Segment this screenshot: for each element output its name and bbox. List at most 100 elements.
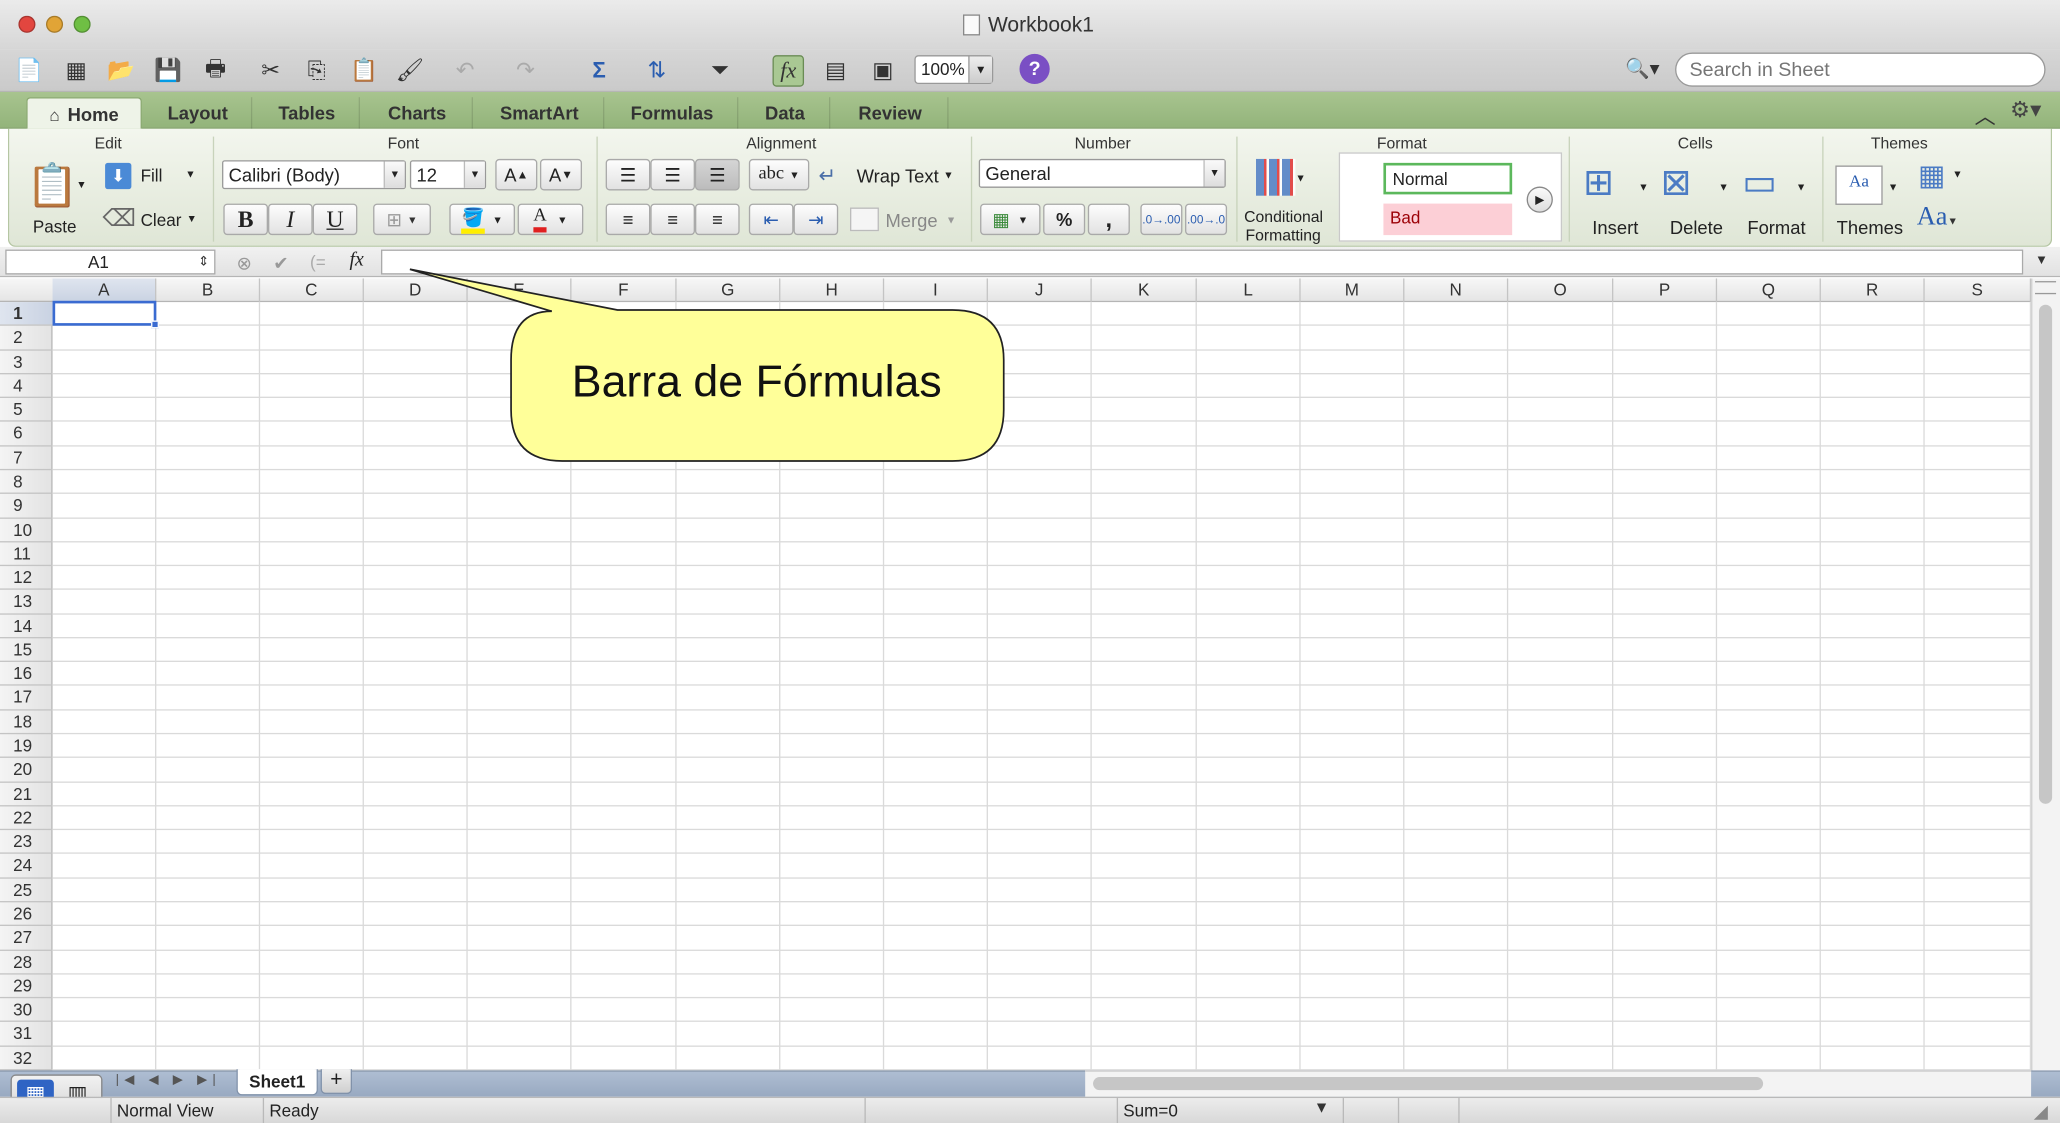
row-header[interactable]: 14 (0, 614, 53, 639)
tab-data[interactable]: Data (741, 97, 831, 129)
chevron-down-icon[interactable]: ▼ (1718, 181, 1728, 193)
format-cells-icon[interactable]: ▭ (1742, 160, 1777, 203)
underline-button[interactable]: U (312, 203, 358, 236)
column-header-a[interactable]: A (52, 278, 157, 303)
row-header[interactable]: 18 (0, 710, 53, 735)
column-header-p[interactable]: P (1613, 278, 1718, 303)
expand-formula-bar-icon[interactable]: ▼ (2035, 253, 2048, 267)
row-header[interactable]: 10 (0, 518, 53, 543)
collapse-ribbon-icon[interactable]: ︿ (1975, 99, 1996, 131)
gear-icon[interactable]: ⚙▾ (2010, 97, 2041, 123)
column-header-q[interactable]: Q (1717, 278, 1821, 303)
horizontal-scroll-thumb[interactable] (1093, 1077, 1764, 1091)
fill-down-icon[interactable]: ⬇ (105, 162, 132, 190)
theme-fonts-button[interactable]: Aa▼ (1917, 202, 1958, 232)
tab-review[interactable]: Review (833, 97, 949, 129)
tab-layout[interactable]: Layout (145, 97, 253, 129)
row-header[interactable]: 5 (0, 398, 53, 423)
tab-charts[interactable]: Charts (363, 97, 473, 129)
row-header[interactable]: 1 (0, 302, 53, 327)
name-box[interactable]: A1 ⇕ (5, 249, 216, 275)
conditional-formatting-icon[interactable]: ▼ (1255, 158, 1306, 201)
column-header-i[interactable]: I (884, 278, 988, 303)
add-sheet-button[interactable]: + (320, 1069, 353, 1095)
copy-icon[interactable]: ⎘ (301, 55, 333, 87)
row-header[interactable]: 28 (0, 950, 53, 975)
zoom-select[interactable]: 100% ▼ (914, 55, 994, 85)
align-bottom-button[interactable]: ☰ (694, 158, 740, 191)
column-header-j[interactable]: J (988, 278, 1092, 303)
themes-preview-icon[interactable]: Aa (1835, 165, 1883, 205)
row-header[interactable]: 24 (0, 854, 53, 879)
paste-icon[interactable]: 📋 (348, 55, 380, 87)
row-header[interactable]: 23 (0, 830, 53, 855)
new-workbook-icon[interactable]: 📄 (13, 55, 45, 87)
format-painter-icon[interactable]: 🖌 (394, 55, 426, 87)
borders-button[interactable]: ⊞ ▼ (373, 203, 431, 236)
row-header[interactable]: 30 (0, 998, 53, 1023)
save-icon[interactable]: 💾 (152, 55, 184, 87)
italic-button[interactable]: I (268, 203, 313, 236)
align-top-button[interactable]: ☰ (605, 158, 651, 191)
grow-font-button[interactable]: A ▲ (495, 158, 538, 191)
column-header-r[interactable]: R (1821, 278, 1925, 303)
font-color-button[interactable]: A ▼ (517, 203, 584, 236)
row-header[interactable]: 26 (0, 902, 53, 927)
row-header[interactable]: 3 (0, 350, 53, 375)
align-center-button[interactable]: ≡ (650, 203, 695, 236)
row-header[interactable]: 13 (0, 590, 53, 615)
search-icon[interactable]: 🔍▾ (1625, 55, 1672, 84)
column-header-c[interactable]: C (260, 278, 364, 303)
print-icon[interactable]: 🖶 (200, 55, 232, 87)
chevron-down-icon[interactable]: ▼ (1638, 181, 1648, 193)
delete-button[interactable]: Delete (1670, 217, 1723, 238)
minimize-window-button[interactable] (45, 15, 64, 33)
wrap-text-button[interactable]: Wrap Text (857, 165, 939, 186)
cut-icon[interactable]: ✂ (255, 55, 287, 87)
style-normal[interactable]: Normal (1383, 162, 1513, 195)
row-header[interactable]: 20 (0, 758, 53, 783)
open-icon[interactable]: 📂 (105, 55, 137, 87)
redo-icon[interactable]: ↷ (510, 55, 542, 87)
row-header[interactable]: 19 (0, 734, 53, 759)
template-gallery-icon[interactable]: ▦ (60, 55, 92, 87)
cell-grid[interactable] (52, 302, 2032, 1071)
column-header-h[interactable]: H (780, 278, 885, 303)
autosum-icon[interactable]: Σ (583, 55, 615, 87)
align-left-button[interactable]: ≡ (605, 203, 651, 236)
row-header[interactable]: 7 (0, 446, 53, 471)
chevron-down-icon[interactable]: ▼ (1314, 1098, 1330, 1116)
fill-color-button[interactable]: 🪣 ▼ (449, 203, 516, 236)
formula-builder-icon[interactable]: fx (772, 55, 805, 87)
row-header[interactable]: 6 (0, 422, 53, 447)
cancel-entry-icon[interactable]: ⊗ (236, 252, 251, 274)
decrease-indent-button[interactable]: ⇤ (748, 203, 794, 236)
theme-colors-icon[interactable]: ▦ (1918, 159, 1945, 193)
tab-tables[interactable]: Tables (255, 97, 360, 129)
vertical-scrollbar[interactable] (2031, 278, 2060, 1071)
chevron-down-icon[interactable]: ▼ (1952, 168, 1962, 180)
confirm-entry-icon[interactable]: ✔ (273, 252, 288, 274)
paste-label[interactable]: Paste (33, 217, 77, 237)
row-header[interactable]: 4 (0, 374, 53, 399)
name-box-stepper-icon[interactable]: ⇕ (193, 251, 214, 273)
sheet-tab[interactable]: Sheet1 (236, 1069, 318, 1096)
column-header-k[interactable]: K (1092, 278, 1197, 303)
merge-button[interactable]: Merge (885, 210, 937, 231)
row-header[interactable]: 9 (0, 494, 53, 519)
conditional-formatting-label-2[interactable]: Formatting (1245, 226, 1320, 244)
row-header[interactable]: 22 (0, 806, 53, 831)
tab-smartart[interactable]: SmartArt (476, 97, 605, 129)
help-button[interactable]: ? (1019, 53, 1050, 85)
bold-button[interactable]: B (223, 203, 269, 236)
row-header[interactable]: 17 (0, 686, 53, 711)
fill-handle[interactable] (151, 320, 159, 329)
paste-clipboard-icon[interactable]: 📋 (26, 160, 78, 210)
chevron-down-icon[interactable]: ▼ (1888, 181, 1898, 193)
align-middle-button[interactable]: ☰ (650, 158, 695, 191)
close-window-button[interactable] (18, 15, 36, 33)
clear-button[interactable]: Clear (141, 210, 182, 230)
insert-function-button[interactable]: fx (349, 250, 363, 272)
align-right-button[interactable]: ≡ (694, 203, 740, 236)
chevron-down-icon[interactable]: ▼ (187, 213, 197, 225)
